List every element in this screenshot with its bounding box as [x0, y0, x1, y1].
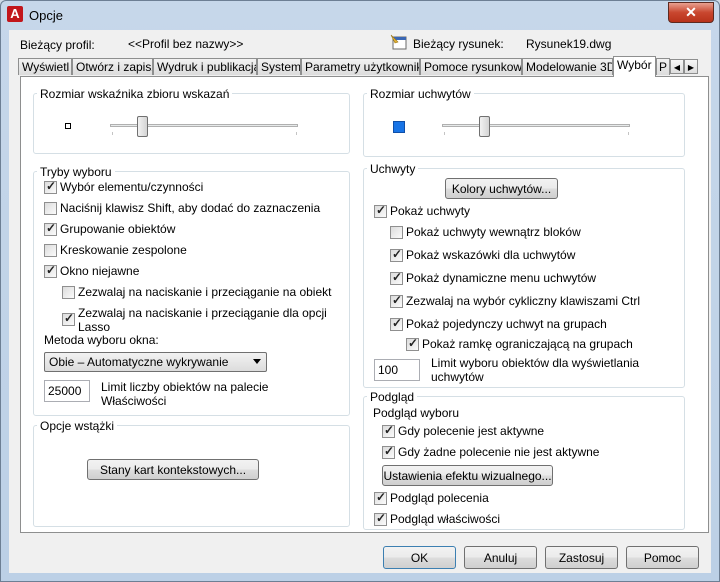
checkbox-grips-in-blocks[interactable]: [390, 226, 403, 239]
label-dynamic-grip-menu: Pokaż dynamiczne menu uchwytów: [406, 271, 597, 285]
grip-object-limit-label: Limit wyboru obiektów dla wyświetlania: [431, 356, 640, 370]
label-noun-verb: Wybór elementu/czynności: [60, 180, 204, 194]
title-bar[interactable]: A Opcje ✕: [1, 1, 719, 29]
properties-limit-label-line2: Właściwości: [101, 394, 167, 408]
pickbox-size-title: Rozmiar wskaźnika zbioru wskazań: [37, 87, 233, 101]
tab-3d-modeling[interactable]: Modelowanie 3D: [522, 58, 613, 75]
preview-title: Podgląd: [367, 390, 418, 404]
grip-slider-thumb[interactable]: [479, 116, 490, 137]
checkbox-ctrl-cycling[interactable]: [390, 293, 403, 308]
grip-object-limit-input[interactable]: 100: [374, 359, 420, 381]
slider-tick: [112, 132, 113, 135]
drawing-icon: [390, 34, 408, 50]
checkbox-implied-window[interactable]: [44, 263, 57, 278]
pickbox-slider-thumb[interactable]: [137, 116, 148, 137]
checkbox-bounding-box-groups[interactable]: [406, 336, 419, 351]
checkbox-object-grouping[interactable]: [44, 221, 57, 236]
window-method-dropdown[interactable]: Obie – Automatyczne wykrywanie: [44, 352, 267, 372]
window-method-label: Metoda wyboru okna:: [44, 333, 159, 347]
slider-tick: [296, 132, 297, 135]
tab-profiles-partial[interactable]: P: [656, 58, 670, 75]
checkbox-press-drag-lasso[interactable]: [62, 311, 75, 326]
properties-limit-input[interactable]: 25000: [44, 380, 90, 402]
tab-scroll-left-icon[interactable]: ◀: [670, 59, 684, 74]
checkbox-preview-no-command[interactable]: [382, 444, 395, 459]
properties-limit-label: Limit liczby obiektów na palecie: [101, 380, 269, 394]
checkbox-command-preview[interactable]: [374, 490, 387, 505]
checkbox-property-preview[interactable]: [374, 511, 387, 526]
checkbox-show-grips[interactable]: [374, 203, 387, 218]
checkbox-shift-add[interactable]: [44, 202, 57, 215]
current-drawing-value: Rysunek19.dwg: [526, 37, 612, 51]
close-icon[interactable]: ✕: [668, 2, 714, 23]
label-press-drag-lasso: Zezwalaj na naciskanie i przeciąganie dl…: [78, 306, 327, 320]
ribbon-options-title: Opcje wstążki: [37, 419, 118, 433]
label-shift-add: Naciśnij klawisz Shift, aby dodać do zaz…: [60, 201, 321, 215]
cancel-button[interactable]: Anuluj: [464, 546, 537, 569]
tab-display[interactable]: Wyświetl: [18, 58, 72, 75]
tab-selection[interactable]: Wybór: [613, 56, 656, 77]
checkbox-single-grip-groups[interactable]: [390, 316, 403, 331]
current-profile-label: Bieżący profil:: [20, 38, 95, 52]
checkbox-associative-hatch[interactable]: [44, 244, 57, 257]
label-single-grip-groups: Pokaż pojedynczy uchwyt na grupach: [406, 317, 607, 331]
slider-tick: [628, 132, 629, 135]
grip-size-title: Rozmiar uchwytów: [367, 87, 474, 101]
chevron-down-icon: [253, 359, 261, 364]
ok-button[interactable]: OK: [383, 546, 456, 569]
tab-open-save[interactable]: Otwórz i zapisz: [72, 58, 153, 75]
label-press-drag-lasso-line2: Lasso: [78, 320, 111, 334]
label-grip-tips: Pokaż wskazówki dla uchwytów: [406, 248, 576, 262]
contextual-tab-states-button[interactable]: Stany kart kontekstowych...: [87, 459, 259, 480]
label-show-grips: Pokaż uchwyty: [390, 204, 471, 218]
label-associative-hatch: Kreskowanie zespolone: [60, 243, 187, 257]
checkbox-preview-command-active[interactable]: [382, 423, 395, 438]
tab-user-preferences[interactable]: Parametry użytkownika: [301, 58, 420, 75]
checkbox-noun-verb[interactable]: [44, 179, 57, 194]
tab-scroll-right-icon[interactable]: ▶: [684, 59, 698, 74]
selection-preview-subtitle: Podgląd wyboru: [373, 406, 460, 420]
autocad-app-icon: A: [7, 6, 23, 22]
tab-system[interactable]: System: [257, 58, 301, 75]
grip-colors-button[interactable]: Kolory uchwytów...: [445, 178, 558, 199]
label-ctrl-cycling: Zezwalaj na wybór cykliczny klawiszami C…: [406, 294, 641, 308]
pickbox-preview: [65, 123, 71, 129]
checkbox-grip-tips[interactable]: [390, 247, 403, 262]
label-object-grouping: Grupowanie obiektów: [60, 222, 176, 236]
label-preview-command-active: Gdy polecenie jest aktywne: [398, 424, 545, 438]
checkbox-press-drag-object[interactable]: [62, 286, 75, 299]
window-method-value: Obie – Automatyczne wykrywanie: [49, 355, 229, 369]
label-press-drag-object: Zezwalaj na naciskanie i przeciąganie na…: [78, 285, 332, 299]
label-bounding-box-groups: Pokaż ramkę ograniczającą na grupach: [422, 337, 633, 351]
checkbox-dynamic-grip-menu[interactable]: [390, 270, 403, 285]
selection-modes-title: Tryby wyboru: [37, 165, 115, 179]
label-implied-window: Okno niejawne: [60, 264, 140, 278]
label-preview-no-command: Gdy żadne polecenie nie jest aktywne: [398, 445, 600, 459]
slider-tick: [444, 132, 445, 135]
grip-object-limit-label-line2: uchwytów: [431, 370, 484, 384]
label-grips-in-blocks: Pokaż uchwyty wewnątrz bloków: [406, 225, 581, 239]
tab-plot-publish[interactable]: Wydruk i publikacja: [153, 58, 257, 75]
apply-button[interactable]: Zastosuj: [545, 546, 618, 569]
visual-effect-settings-button[interactable]: Ustawienia efektu wizualnego...: [382, 465, 553, 486]
current-profile-value: <<Profil bez nazwy>>: [128, 37, 244, 51]
window-title: Opcje: [29, 8, 63, 23]
label-command-preview: Podgląd polecenia: [390, 491, 489, 505]
help-button[interactable]: Pomoc: [626, 546, 699, 569]
tab-drafting[interactable]: Pomoce rysunkowe: [420, 58, 522, 75]
grips-title: Uchwyty: [367, 162, 419, 176]
grip-preview: [393, 121, 405, 133]
label-property-preview: Podgląd właściwości: [390, 512, 501, 526]
grip-slider-track[interactable]: [442, 124, 630, 127]
current-drawing-label: Bieżący rysunek:: [413, 37, 504, 51]
